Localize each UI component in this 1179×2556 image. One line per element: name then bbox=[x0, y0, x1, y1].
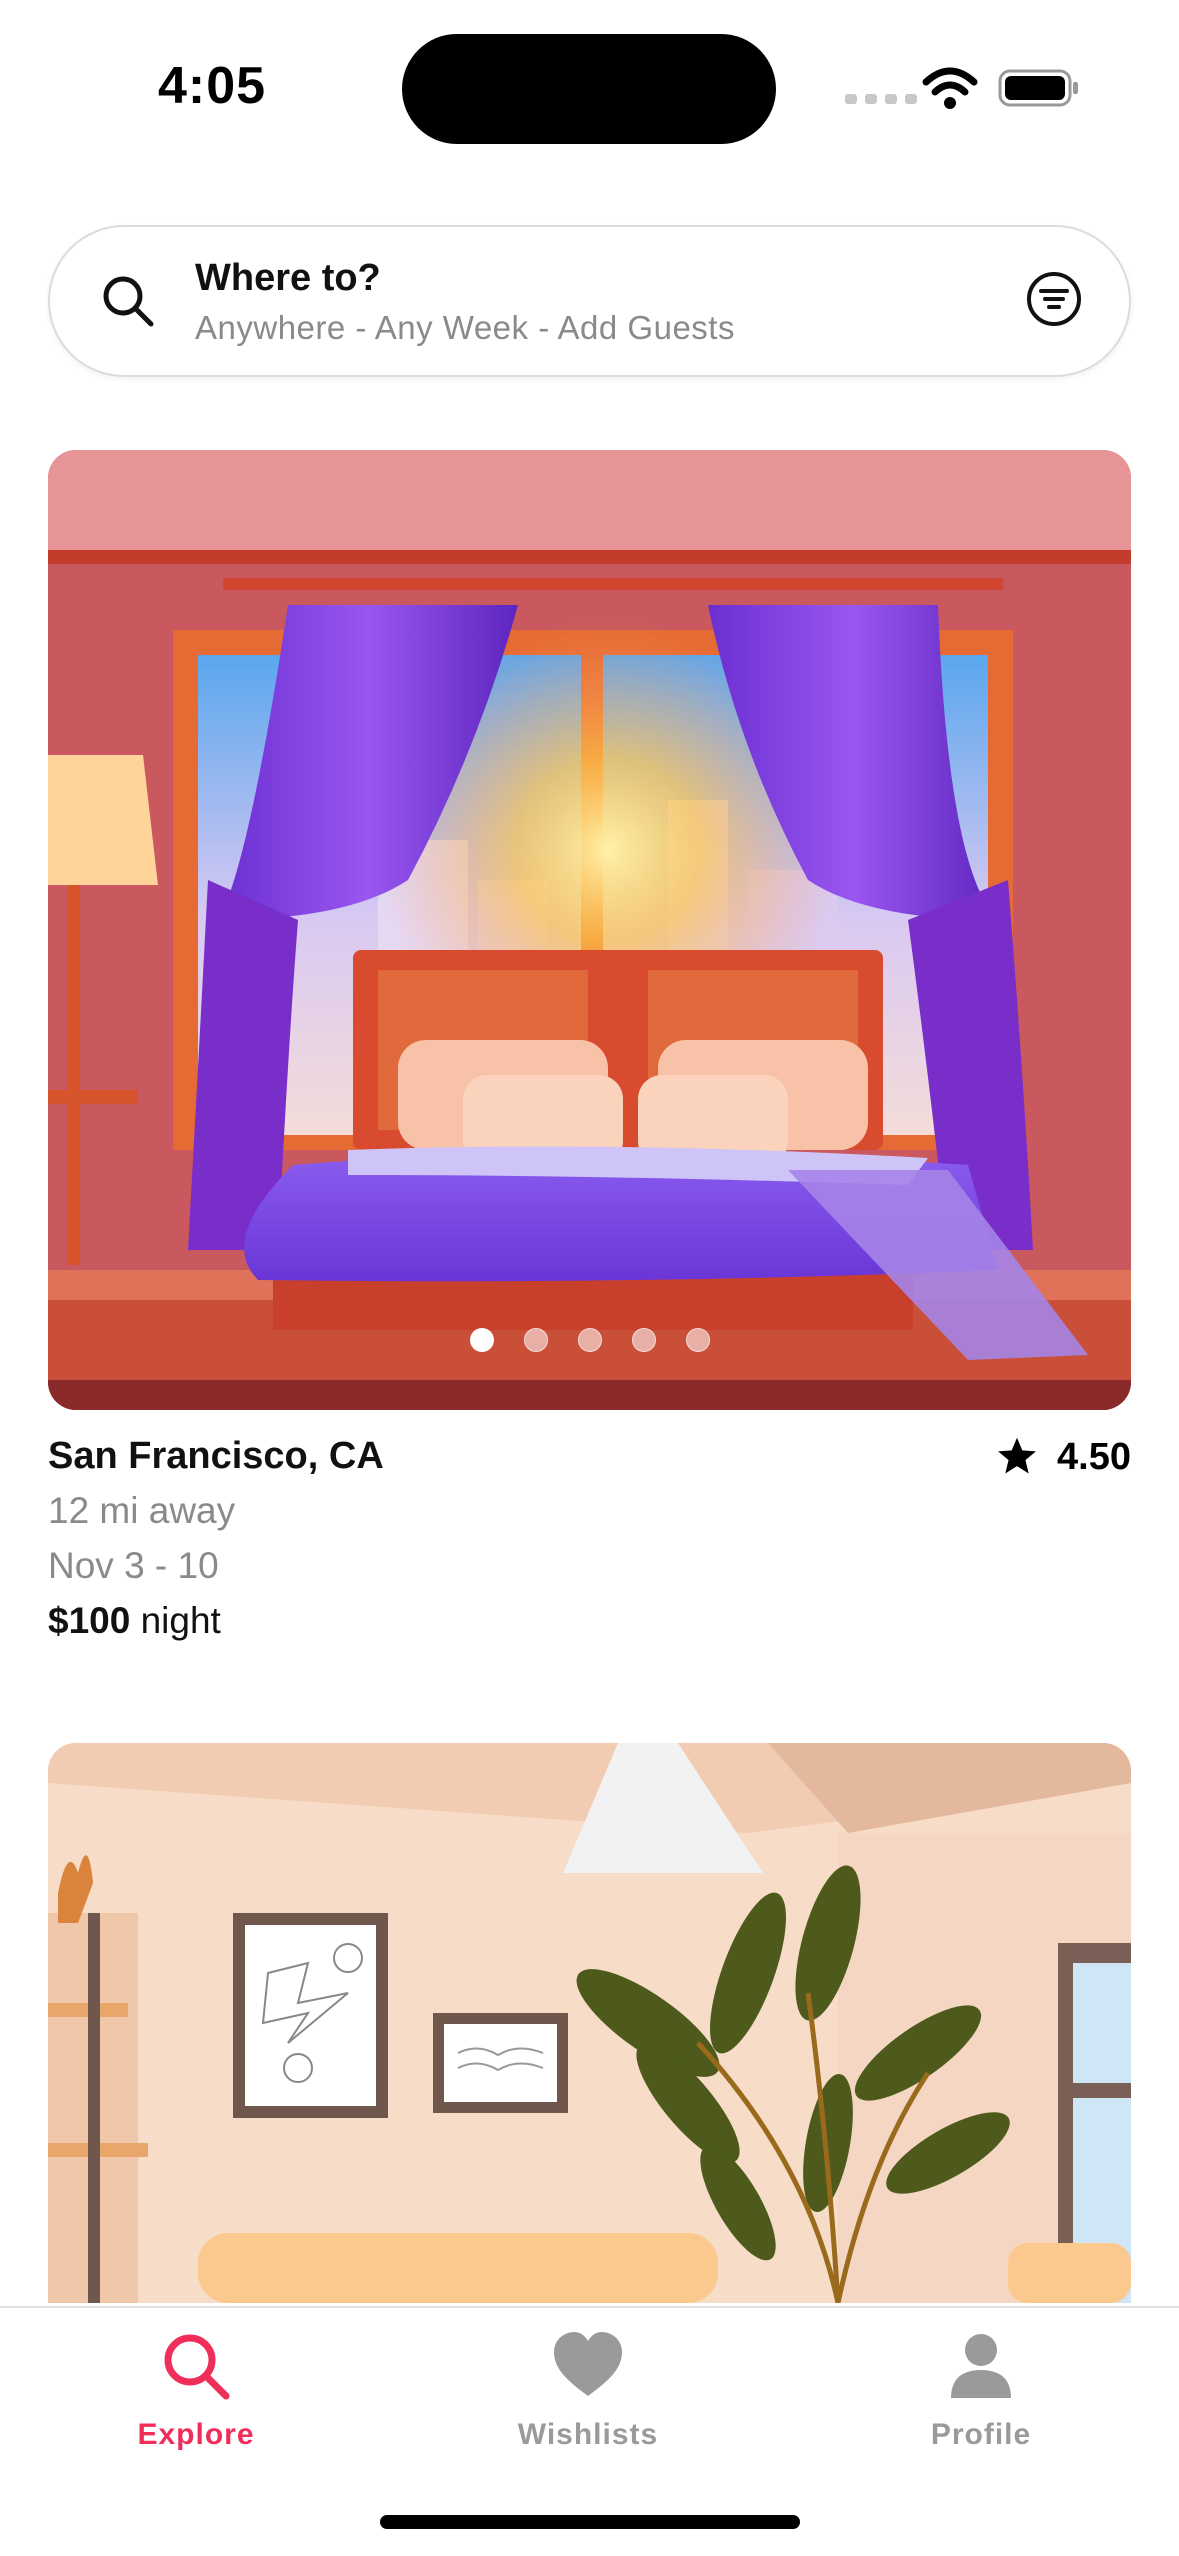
search-subtitle: Anywhere - Any Week - Add Guests bbox=[195, 309, 735, 346]
listing-dates: Nov 3 - 10 bbox=[48, 1545, 219, 1586]
pager-dot-1[interactable] bbox=[469, 1328, 494, 1352]
wifi-icon bbox=[922, 67, 978, 109]
pager-dot-2[interactable] bbox=[523, 1328, 548, 1352]
tab-explore[interactable]: Explore bbox=[76, 2328, 316, 2478]
filter-button[interactable] bbox=[1024, 269, 1084, 329]
tab-wishlists[interactable]: Wishlists bbox=[468, 2328, 708, 2478]
dynamic-island bbox=[402, 34, 776, 144]
living-room-illustration bbox=[48, 1743, 1131, 2303]
tab-profile-label: Profile bbox=[930, 2418, 1032, 2451]
tab-profile[interactable]: Profile bbox=[861, 2328, 1101, 2478]
pager-dot-5[interactable] bbox=[685, 1328, 710, 1352]
pager-dot-4[interactable] bbox=[631, 1328, 656, 1352]
pager-dot-3[interactable] bbox=[577, 1328, 602, 1352]
search-icon bbox=[164, 2334, 230, 2400]
battery-icon bbox=[998, 69, 1078, 107]
rating-value: 4.50 bbox=[1057, 1435, 1131, 1478]
status-bar: 4:05 bbox=[0, 0, 1179, 170]
star-icon bbox=[998, 1437, 1036, 1474]
home-indicator bbox=[380, 2515, 800, 2529]
search-bar[interactable]: Where to? Anywhere - Any Week - Add Gues… bbox=[48, 225, 1131, 377]
listing-image-bedroom[interactable] bbox=[48, 450, 1131, 1410]
search-title: Where to? bbox=[195, 257, 381, 299]
cellular-signal-icon bbox=[845, 94, 917, 104]
search-icon bbox=[103, 276, 154, 327]
status-time: 4:05 bbox=[158, 57, 267, 115]
listing-card[interactable] bbox=[48, 1743, 1131, 2303]
listing-rating: 4.50 bbox=[995, 1435, 1131, 1479]
bedroom-illustration bbox=[48, 450, 1131, 1410]
price-unit: night bbox=[140, 1600, 221, 1641]
listing-location: San Francisco, CA bbox=[48, 1435, 384, 1477]
listing-image-living-room[interactable] bbox=[48, 1743, 1131, 2303]
listing-price: $100 night bbox=[48, 1600, 1131, 1642]
photo-pager[interactable] bbox=[48, 1328, 1131, 1352]
listing-card[interactable]: San Francisco, CA 4.50 12 mi away Nov 3 … bbox=[48, 450, 1131, 1650]
person-icon bbox=[951, 2334, 1011, 2398]
heart-icon bbox=[554, 2332, 622, 2396]
listing-distance: 12 mi away bbox=[48, 1490, 236, 1531]
tab-explore-label: Explore bbox=[137, 2418, 255, 2451]
tab-wishlists-label: Wishlists bbox=[517, 2418, 659, 2451]
price-value: $100 bbox=[48, 1600, 131, 1641]
